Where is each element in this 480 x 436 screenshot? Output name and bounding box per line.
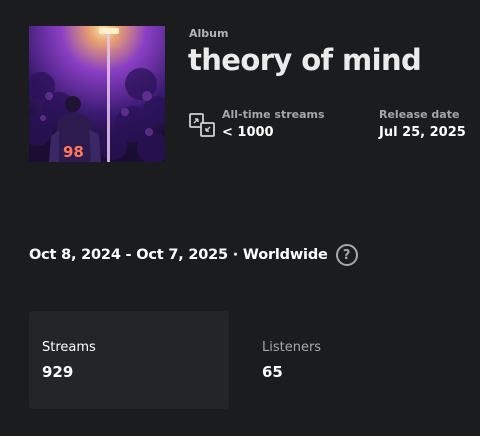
page-title: theory of mind [188, 43, 422, 77]
date-range-text: Oct 8, 2024 - Oct 7, 2025 · Worldwide [29, 247, 328, 263]
streams-card-label: Streams [42, 340, 96, 355]
svg-text:98: 98 [63, 143, 84, 161]
streams-swap-icon [189, 113, 215, 137]
date-range-row: Oct 8, 2024 - Oct 7, 2025 · Worldwide ? [29, 243, 358, 267]
listeners-card-label: Listeners [262, 340, 322, 355]
all-time-streams-label: All-time streams [222, 108, 325, 121]
album-cover: 98 [29, 26, 165, 162]
all-time-streams-value: < 1000 [222, 125, 274, 140]
question-circle-icon[interactable]: ? [335, 244, 358, 266]
release-date-value: Jul 25, 2025 [379, 125, 466, 140]
listeners-card[interactable]: Listeners 65 [249, 311, 449, 409]
item-type-label: Album [189, 27, 229, 40]
streams-card-value: 929 [42, 363, 74, 381]
streams-card[interactable]: Streams 929 [29, 311, 229, 409]
listeners-card-value: 65 [262, 363, 283, 381]
release-date-label: Release date [379, 108, 460, 121]
